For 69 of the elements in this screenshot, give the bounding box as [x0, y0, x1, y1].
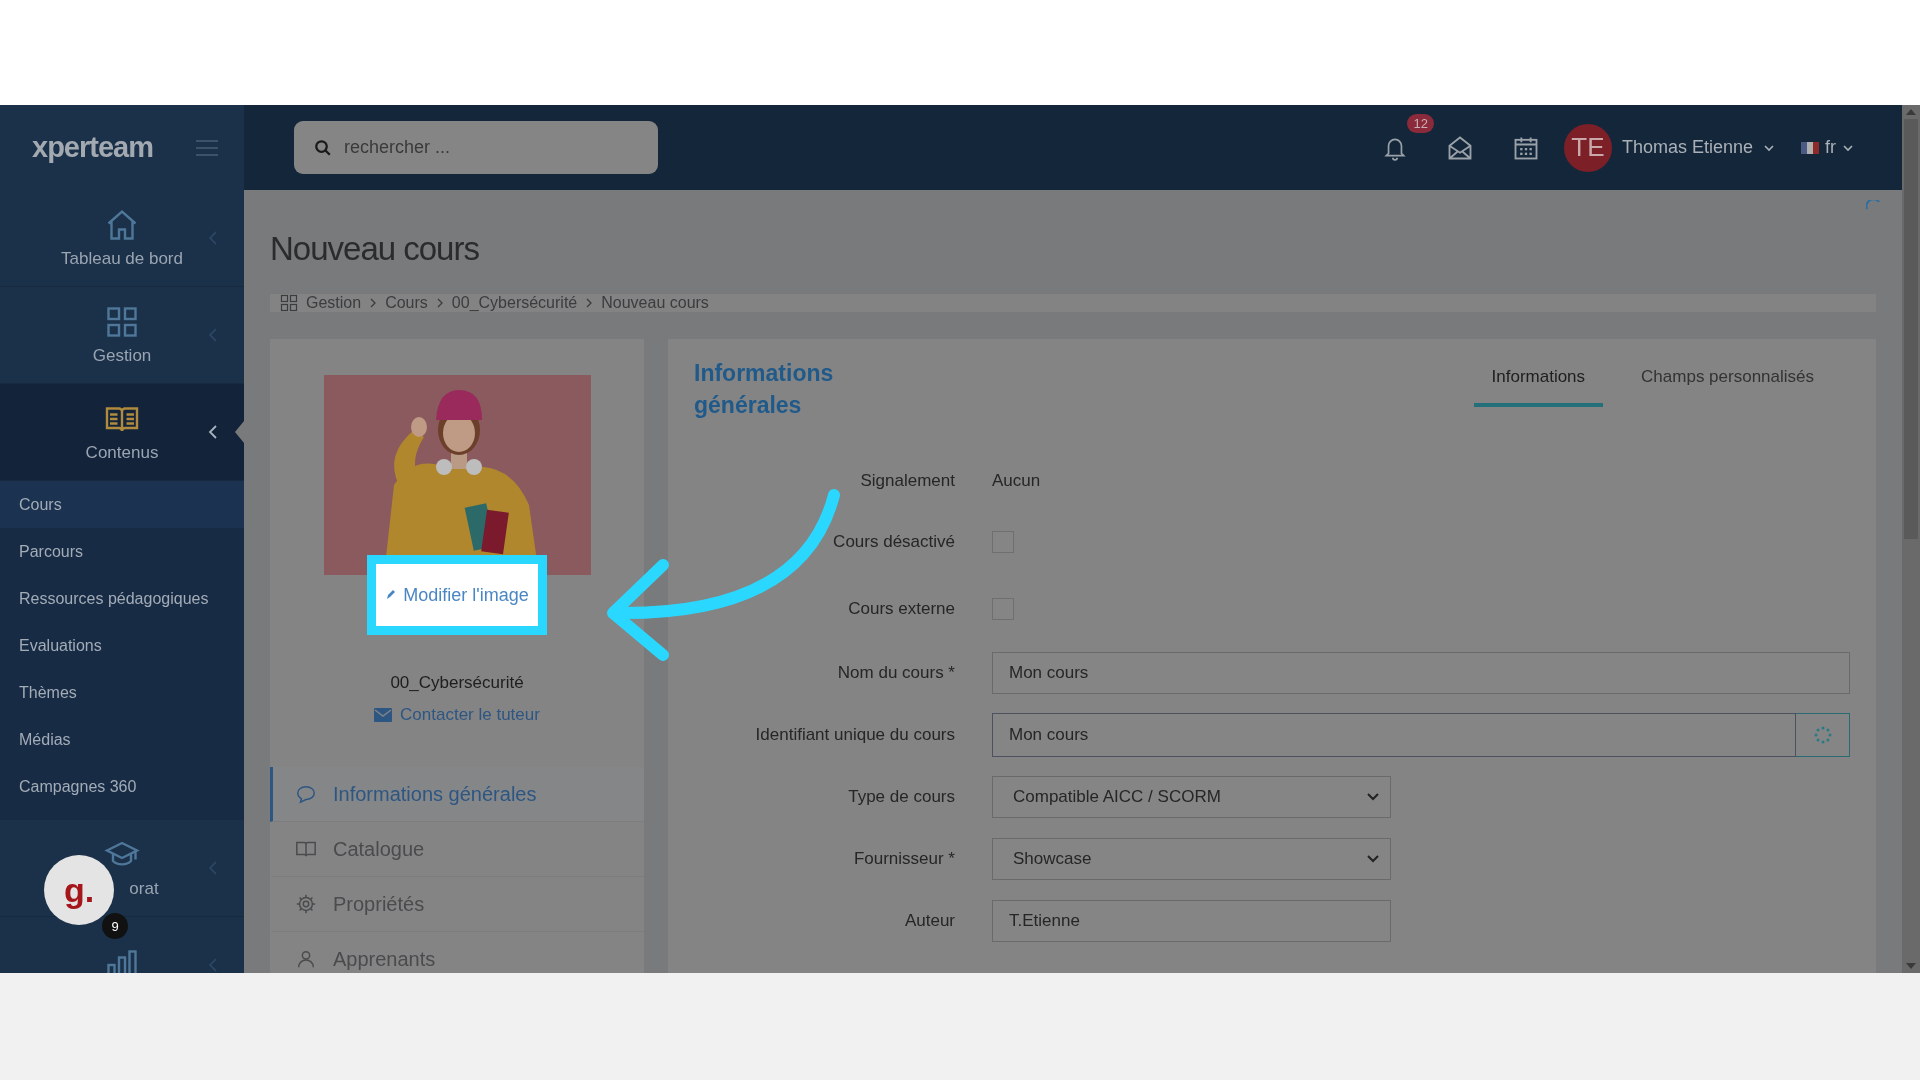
search-field[interactable]: rechercher ... [294, 121, 658, 174]
scroll-down-icon[interactable] [1906, 963, 1916, 969]
sidebar-label: orat [129, 879, 159, 899]
breadcrumb-link[interactable]: Gestion [306, 294, 362, 312]
menu-icon[interactable] [196, 138, 218, 157]
envelope-icon [374, 708, 393, 722]
sidebar-label: Gestion [92, 346, 152, 366]
spinner-icon [1812, 725, 1833, 745]
field-value: Aucun [992, 471, 1041, 491]
chevron-right-icon [369, 297, 378, 309]
field-label: Signalement [859, 471, 956, 491]
input-field[interactable]: Mon cours [992, 713, 1796, 757]
grid-icon [280, 294, 298, 312]
scroll-up-icon[interactable] [1906, 109, 1916, 115]
sidebar-label: Contenus [85, 443, 159, 463]
tab[interactable]: Informations [1473, 367, 1604, 407]
pencil-icon [385, 589, 396, 601]
input-field[interactable]: Mon cours [992, 652, 1850, 694]
flag-icon [1801, 141, 1819, 154]
field-label: Cours externe [847, 598, 956, 619]
chevron-left-icon [208, 958, 218, 972]
field-label: Type de cours [847, 787, 956, 807]
submenu-item[interactable]: Médias [0, 716, 244, 763]
submenu-item[interactable]: Ressources pédagogiques [0, 575, 244, 622]
section-title: Informations générales [694, 359, 835, 420]
user-name: Thomas Etienne [1621, 137, 1753, 158]
field-label: Fournisseur * [852, 849, 956, 869]
chevron-down-icon [1366, 854, 1380, 864]
app-logo[interactable]: xperteam [32, 131, 153, 164]
chevron-left-icon [208, 861, 218, 875]
chevron-left-icon [208, 425, 218, 439]
chevron-left-icon [208, 328, 218, 342]
speech-bubble-icon [295, 783, 317, 805]
language-selector[interactable]: fr [1801, 137, 1854, 158]
grid-icon [104, 304, 140, 340]
sidebar-label: Tableau de bord [61, 249, 183, 269]
chevron-left-icon [208, 231, 218, 245]
field-label: Identifiant unique du cours [754, 725, 956, 745]
input-field[interactable]: T.Etienne [992, 900, 1391, 942]
select-field[interactable]: Compatible AICC / SCORM [992, 776, 1391, 818]
submenu-item[interactable]: Cours [0, 481, 244, 528]
user-menu[interactable]: TE Thomas Etienne [1563, 123, 1775, 172]
edit-image-button[interactable]: Modifier l'image [367, 555, 547, 635]
loading-spinner-icon [1866, 200, 1880, 210]
field-label: Cours désactivé [832, 531, 956, 552]
breadcrumb-link[interactable]: Nouveau cours [601, 294, 709, 312]
submenu-item[interactable]: Evaluations [0, 622, 244, 669]
chevron-right-icon [585, 297, 594, 309]
generate-button[interactable] [1796, 713, 1850, 757]
chevron-right-icon [435, 297, 444, 309]
search-icon [314, 138, 332, 157]
course-name: 00_Cybersécurité [390, 673, 524, 693]
gear-icon [295, 893, 317, 915]
user-icon [295, 948, 317, 970]
field-label: Auteur [903, 911, 956, 931]
breadcrumb-link[interactable]: Cours [385, 294, 428, 312]
submenu-item[interactable]: Parcours [0, 528, 244, 575]
submenu-item[interactable]: Thèmes [0, 669, 244, 716]
chevron-down-icon [1366, 792, 1380, 802]
select-field[interactable]: Showcase [992, 838, 1391, 880]
submenu-item[interactable]: Campagnes 360 [0, 763, 244, 810]
sidebar-item[interactable]: Contenus [0, 384, 244, 481]
page-title: Nouveau cours [270, 230, 480, 268]
notification-count: 12 [1407, 113, 1434, 133]
tab[interactable]: Champs personnalisés [1623, 367, 1832, 407]
user-avatar: TE [1563, 123, 1612, 172]
bar-chart-icon [104, 947, 140, 973]
field-label: Nom du cours * [836, 663, 956, 683]
breadcrumb-link[interactable]: 00_Cybersécurité [451, 294, 578, 312]
